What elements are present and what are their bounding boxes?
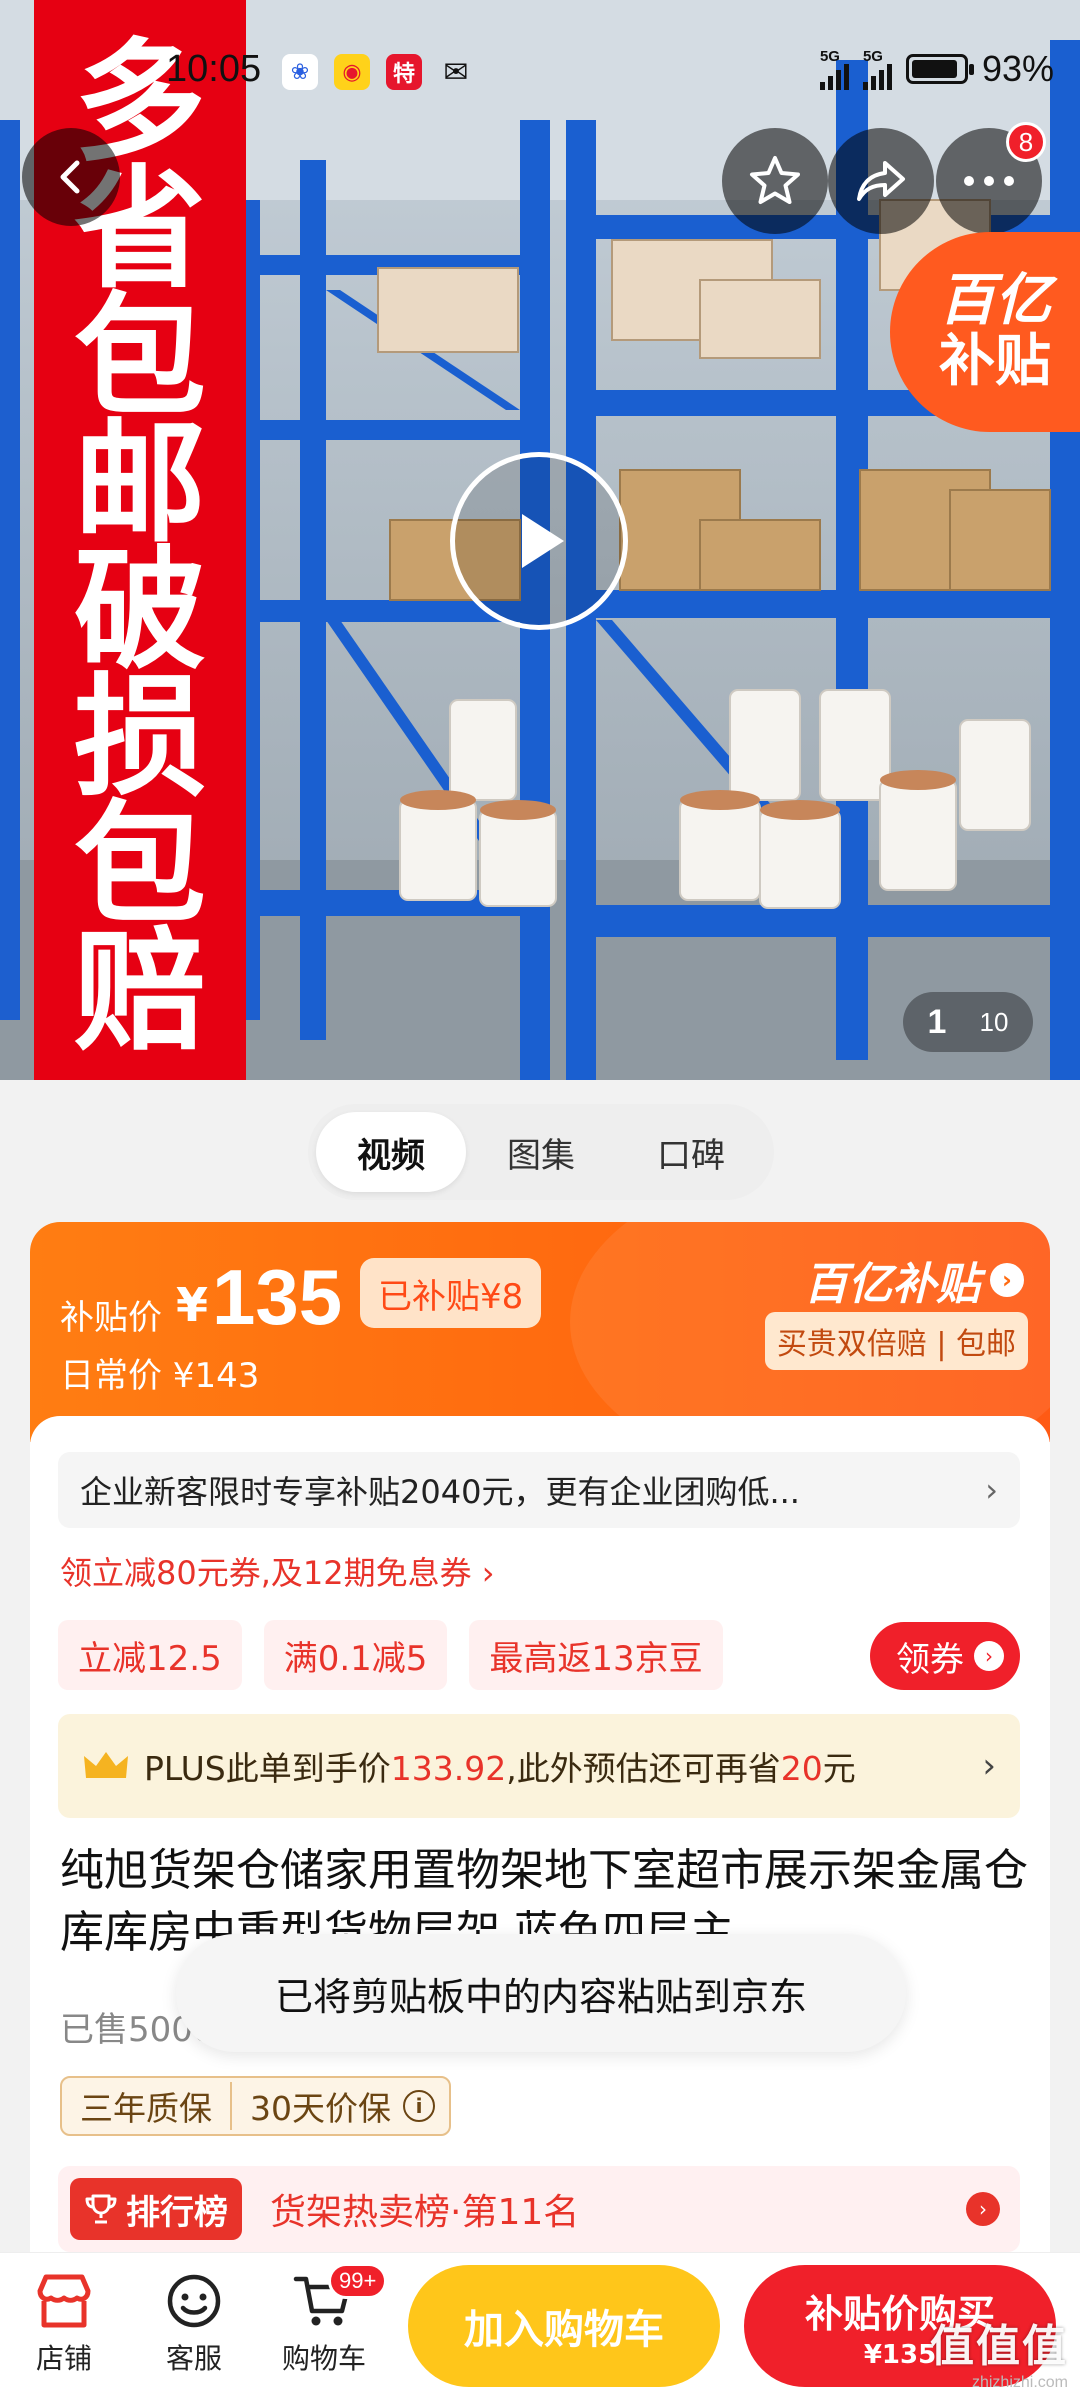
wechat-icon: ✉: [443, 54, 469, 90]
plus-price-row[interactable]: PLUS此单到手价133.92,此外预估还可再省20元 ›: [58, 1714, 1020, 1818]
subsidy-amount-badge: 已补贴¥8: [360, 1258, 542, 1328]
subsidy-badge-line2: 补贴: [939, 329, 1051, 394]
discount-chip[interactable]: 最高返13京豆: [469, 1620, 723, 1690]
crown-icon: [84, 1752, 128, 1778]
site-watermark: 值值值 zhizhizhi.com: [930, 2321, 1068, 2391]
subsidy-badge[interactable]: 百亿 补贴: [890, 232, 1080, 432]
add-to-cart-button[interactable]: 加入购物车: [408, 2265, 720, 2387]
subsidy-brand-label: 百亿补贴: [804, 1259, 980, 1310]
price-protect-label: 30天价保: [250, 2089, 391, 2128]
banner-char: 包: [74, 280, 206, 434]
discount-chips: 立减12.5 满0.1减5 最高返13京豆: [58, 1620, 723, 1690]
cart-count-badge: 99+: [328, 2263, 388, 2299]
chevron-right-icon: ›: [985, 1471, 998, 1509]
image-total: 10: [979, 1006, 1009, 1037]
star-icon: [750, 156, 800, 204]
ranking-tag: 排行榜: [70, 2178, 242, 2240]
battery-percent: 93%: [981, 48, 1054, 89]
discount-chip[interactable]: 立减12.5: [58, 1620, 242, 1690]
chevron-right-icon: ›: [982, 1746, 996, 1786]
subsidy-brand-link[interactable]: 百亿补贴 ›: [804, 1248, 1024, 1312]
media-tab-switcher: 视频 图集 口碑: [308, 1104, 774, 1200]
status-bar: 10:05 ❀ ◉ 特 ✉ 5G 5G 93%: [0, 40, 1080, 110]
product-hero-media[interactable]: 多 省 包 邮 破 损 包 赔 10:05 ❀ ◉ 特 ✉ 5G 5G 93%: [0, 0, 1080, 1080]
clipboard-toast: 已将剪贴板中的内容粘贴到京东: [176, 1934, 906, 2052]
subsidy-badge-line1: 百亿: [939, 268, 1051, 333]
temu-icon: 特: [386, 54, 422, 90]
image-counter: 1 10: [903, 992, 1033, 1052]
banner-char: 损: [74, 661, 206, 815]
more-menu-button[interactable]: 8: [936, 122, 1046, 234]
status-time: 10:05: [166, 48, 262, 90]
signal-icon: 5G: [819, 49, 849, 90]
favorite-button[interactable]: [722, 128, 828, 234]
daily-price: 日常价 ¥143: [60, 1356, 260, 1396]
tab-reviews[interactable]: 口碑: [616, 1112, 766, 1192]
play-icon: [522, 514, 564, 568]
chevron-right-icon: ›: [974, 1641, 1004, 1671]
store-icon: [37, 2274, 91, 2328]
image-index: 1: [927, 1002, 947, 1041]
baidu-icon: ❀: [282, 54, 318, 90]
chevron-left-icon: [60, 160, 80, 194]
chevron-right-icon: ›: [990, 1263, 1024, 1297]
signal-icon: 5G: [862, 49, 892, 90]
discount-chip[interactable]: 满0.1减5: [263, 1620, 448, 1690]
plus-price: 133.92: [390, 1749, 507, 1788]
enterprise-promo-text: 企业新客限时专享补贴2040元，更有企业团购低...: [80, 1473, 800, 1511]
claim-coupon-button[interactable]: 领券 ›: [870, 1622, 1020, 1690]
more-dots-icon: [964, 176, 1014, 186]
ranking-row[interactable]: 排行榜 货架热卖榜·第11名 ›: [58, 2166, 1020, 2252]
info-icon: i: [403, 2090, 435, 2122]
trophy-icon: [85, 2194, 117, 2224]
chat-face-icon: [167, 2274, 221, 2328]
currency-symbol: ¥: [176, 1278, 209, 1332]
cart-button[interactable]: 购物车 99+: [264, 2263, 388, 2377]
guarantee-tag: 买贵双倍赔 | 包邮: [764, 1312, 1028, 1370]
plus-save: 20: [780, 1749, 823, 1788]
enterprise-promo-row[interactable]: 企业新客限时专享补贴2040元，更有企业团购低... ›: [58, 1452, 1020, 1528]
banner-char: 破: [74, 534, 206, 688]
price-label: 补贴价: [60, 1298, 162, 1338]
play-video-button[interactable]: [450, 452, 628, 630]
ranking-text: 货架热卖榜·第11名: [270, 2192, 580, 2233]
coupon-link[interactable]: 领立减80元券,及12期免息券 ›: [60, 1548, 495, 1594]
share-button[interactable]: [828, 128, 934, 234]
product-detail-sheet: 企业新客限时专享补贴2040元，更有企业团购低... › 领立减80元券,及12…: [30, 1416, 1050, 2256]
tab-video[interactable]: 视频: [316, 1112, 466, 1192]
customer-service-button[interactable]: 客服: [134, 2271, 254, 2377]
weibo-icon: ◉: [334, 54, 370, 90]
banner-char: 包: [74, 788, 206, 942]
notification-badge: 8: [1006, 122, 1046, 162]
subsidy-price: 135: [212, 1253, 343, 1341]
service-guarantees[interactable]: 三年质保 30天价保 i: [60, 2076, 451, 2136]
store-button[interactable]: 店铺: [4, 2271, 124, 2377]
bottom-action-bar: 店铺 客服 购物车 99+ 加入购物车 补贴价购买 ¥135 值值值 zhizh…: [0, 2252, 1080, 2400]
share-icon: [857, 161, 905, 201]
subsidy-price-card: 补贴价 ¥ 135 已补贴¥8 日常价 ¥143 百亿补贴 › 买贵双倍赔 | …: [30, 1222, 1050, 1442]
battery-icon: [905, 54, 974, 84]
back-button[interactable]: [22, 128, 120, 226]
tab-gallery[interactable]: 图集: [466, 1112, 616, 1192]
warranty-label: 三年质保: [62, 2082, 232, 2130]
banner-char: 邮: [74, 407, 206, 561]
banner-char: 赔: [74, 915, 206, 1069]
chevron-right-icon: ›: [966, 2192, 1000, 2226]
